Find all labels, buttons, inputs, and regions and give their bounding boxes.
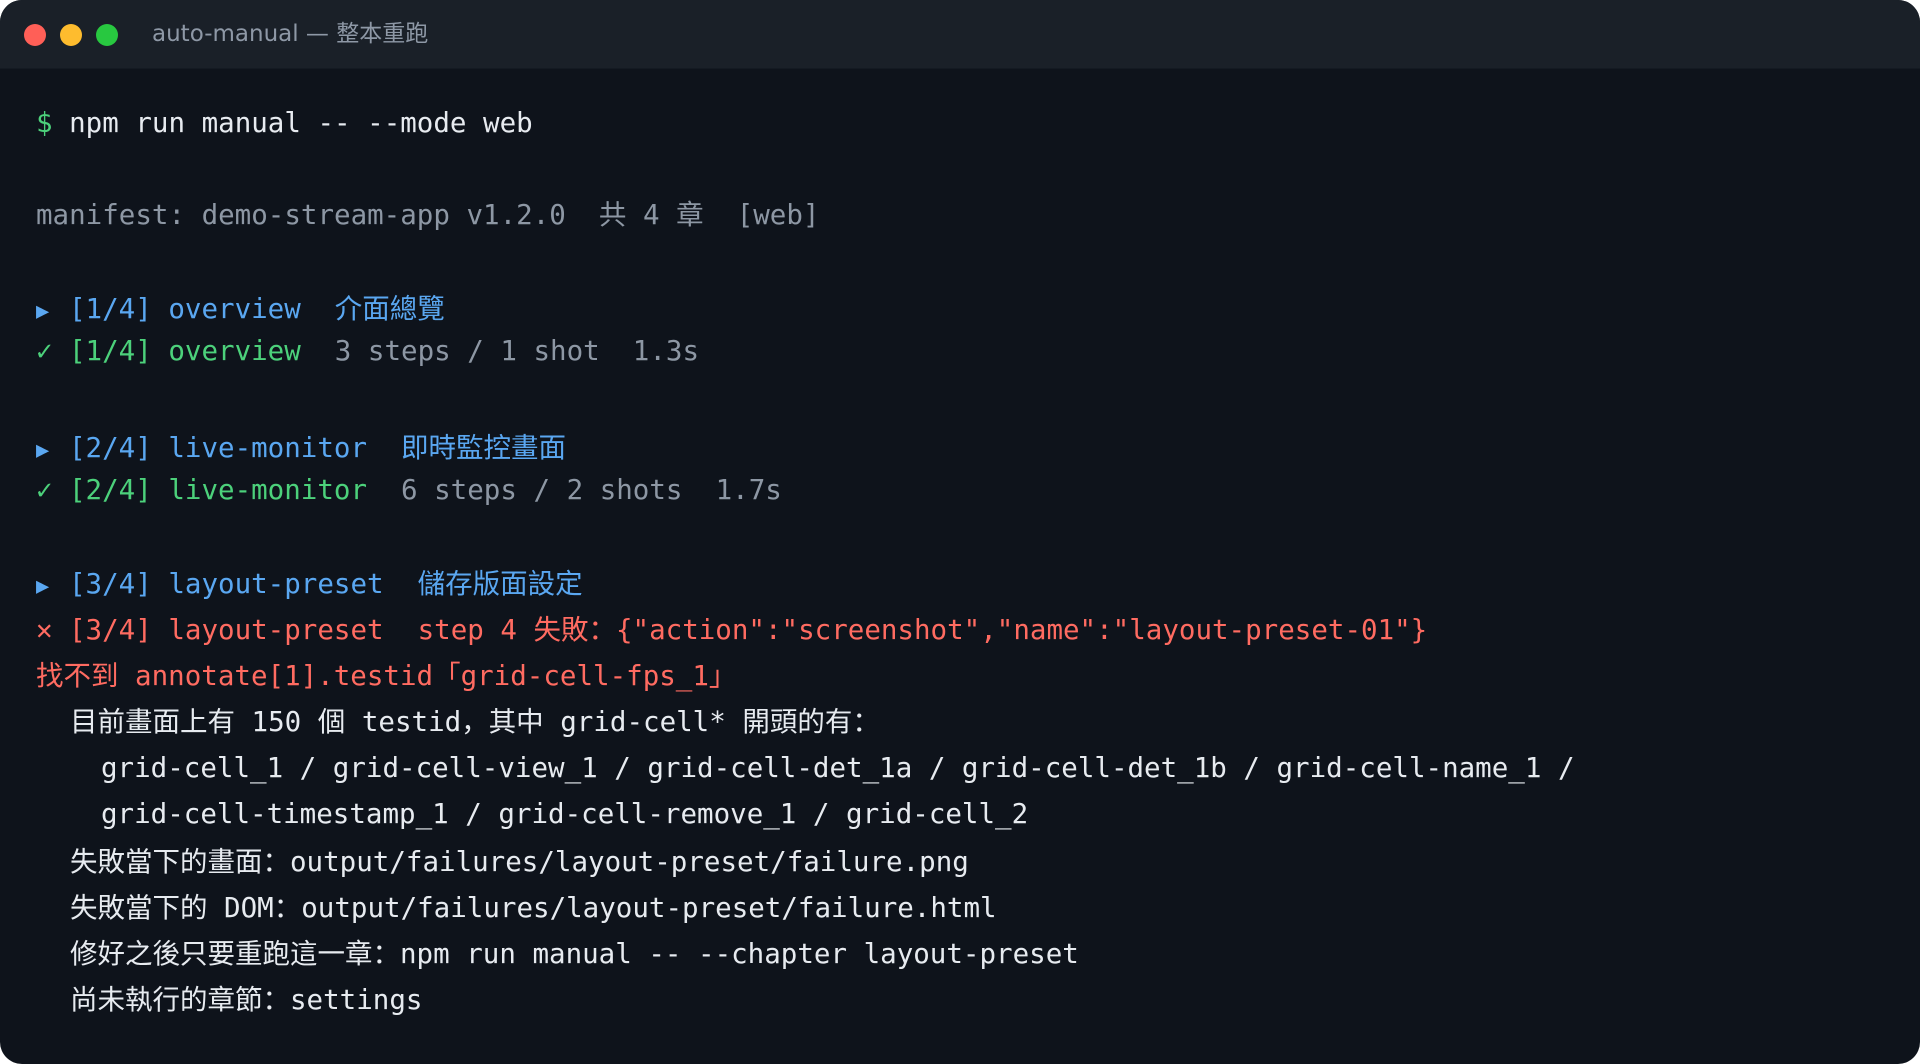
prompt-symbol: $ xyxy=(36,107,53,139)
chapter-label: [3/4] layout-preset xyxy=(69,614,384,646)
failure-detail: step 4 失敗：{"action":"screenshot","name":… xyxy=(417,614,1428,646)
minimize-window-button[interactable] xyxy=(60,24,82,46)
command-text: npm run manual -- --mode web xyxy=(69,107,533,139)
close-window-button[interactable] xyxy=(24,24,46,46)
chapter-done-line: ✓ [1/4] overview 3 steps / 1 shot 1.3s xyxy=(36,331,699,371)
zoom-window-button[interactable] xyxy=(96,24,118,46)
title-bar: auto-manual — 整本重跑 xyxy=(0,0,1920,69)
command-line: $ npm run manual -- --mode web xyxy=(36,103,533,143)
chapter-label: [2/4] live-monitor xyxy=(69,432,368,464)
chapter-fail-line: ✕ [3/4] layout-preset step 4 失敗：{"action":… xyxy=(36,610,1427,650)
chapter-start-line: ▶ [3/4] layout-preset 儲存版面設定 xyxy=(36,564,583,604)
chapter-stats: 3 steps / 1 shot 1.3s xyxy=(334,335,700,367)
check-icon: ✓ xyxy=(36,335,53,367)
pending-chapters: 尚未執行的章節：settings xyxy=(70,984,423,1016)
play-icon: ▶ xyxy=(36,438,50,463)
play-icon: ▶ xyxy=(36,574,50,599)
failure-dom-path: 失敗當下的 DOM：output/failures/layout-preset/… xyxy=(70,892,997,924)
terminal-window: auto-manual — 整本重跑 $ npm run manual -- -… xyxy=(0,0,1920,1064)
testid-summary: 目前畫面上有 150 個 testid，其中 grid-cell* 開頭的有： xyxy=(70,706,880,738)
window-title: auto-manual — 整本重跑 xyxy=(152,21,429,47)
error-x-icon: ✕ xyxy=(36,614,53,646)
error-message: 找不到 annotate[1].testid「grid-cell-fps_1」 xyxy=(36,660,737,692)
chapter-stats: 6 steps / 2 shots 1.7s xyxy=(401,474,782,506)
play-icon: ▶ xyxy=(36,299,50,324)
manifest-line: manifest: demo-stream-app v1.2.0 共 4 章 [… xyxy=(36,199,820,231)
chapter-start-line: ▶ [2/4] live-monitor 即時監控畫面 xyxy=(36,428,566,468)
failure-screenshot-path: 失敗當下的畫面：output/failures/layout-preset/fa… xyxy=(70,846,969,878)
chapter-description: 介面總覽 xyxy=(334,293,445,325)
check-icon: ✓ xyxy=(36,474,53,506)
chapter-done-line: ✓ [2/4] live-monitor 6 steps / 2 shots 1.7… xyxy=(36,470,782,510)
chapter-label: [2/4] live-monitor xyxy=(69,474,368,506)
testid-candidates-line: grid-cell_1 / grid-cell-view_1 / grid-ce… xyxy=(101,752,1575,784)
chapter-label: [1/4] overview xyxy=(69,335,301,367)
chapter-label: [3/4] layout-preset xyxy=(69,568,384,600)
chapter-start-line: ▶ [1/4] overview 介面總覽 xyxy=(36,289,445,329)
chapter-description: 即時監控畫面 xyxy=(401,432,567,464)
testid-candidates-line: grid-cell-timestamp_1 / grid-cell-remove… xyxy=(101,798,1029,830)
chapter-description: 儲存版面設定 xyxy=(417,568,583,600)
rerun-hint: 修好之後只要重跑這一章：npm run manual -- --chapter … xyxy=(70,938,1079,970)
chapter-label: [1/4] overview xyxy=(69,293,301,325)
